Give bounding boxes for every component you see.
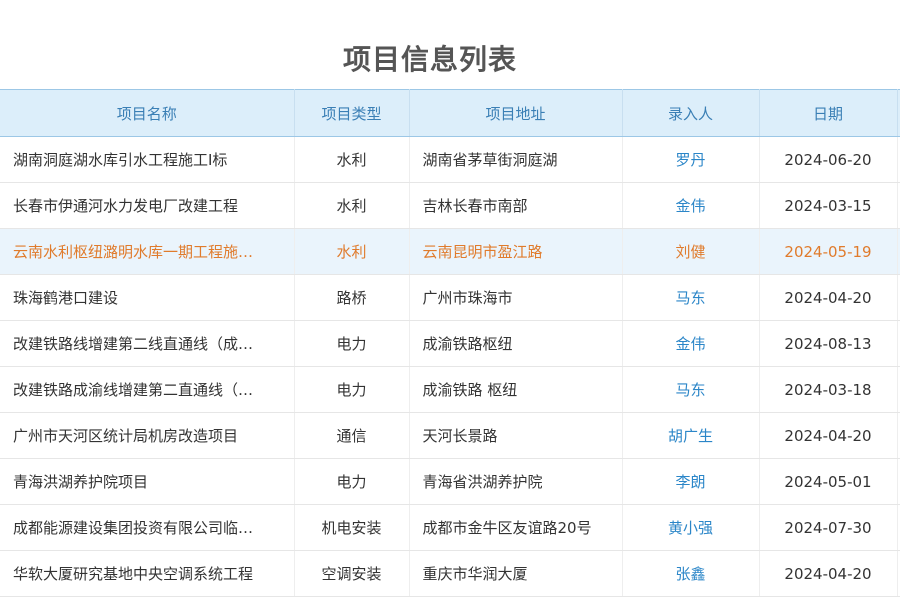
table-row[interactable]: 湖南洞庭湖水库引水工程施工I标 水利 湖南省茅草街洞庭湖 罗丹 2024-06-… [0,136,900,183]
table-row[interactable]: 广州市天河区统计局机房改造项目 通信 天河长景路 胡广生 2024-04-20 [0,412,900,459]
cell-person-link[interactable]: 罗丹 [622,136,760,183]
cell-project-address: 广州市珠海市 [409,274,623,321]
cell-project-name[interactable]: 广州市天河区统计局机房改造项目 [0,412,295,459]
table-row[interactable]: 改建铁路成渝线增建第二直通线（… 电力 成渝铁路 枢纽 马东 2024-03-1… [0,366,900,413]
table-body: 湖南洞庭湖水库引水工程施工I标 水利 湖南省茅草街洞庭湖 罗丹 2024-06-… [0,136,900,597]
cell-project-type: 电力 [294,366,410,413]
table-row[interactable]: 改建铁路线增建第二线直通线（成… 电力 成渝铁路枢纽 金伟 2024-08-13 [0,320,900,367]
cell-person-link[interactable]: 张鑫 [622,550,760,597]
cell-project-type: 机电安装 [294,504,410,551]
cell-project-name[interactable]: 湖南洞庭湖水库引水工程施工I标 [0,136,295,183]
cell-date: 2024-08-13 [759,320,898,367]
cell-project-name[interactable]: 珠海鹤港口建设 [0,274,295,321]
cell-project-address: 湖南省茅草街洞庭湖 [409,136,623,183]
cell-project-type: 电力 [294,320,410,367]
cell-person-link[interactable]: 李朗 [622,458,760,505]
cell-project-address: 天河长景路 [409,412,623,459]
cell-project-name[interactable]: 改建铁路线增建第二线直通线（成… [0,320,295,367]
page-title: 项目信息列表 [342,43,517,76]
cell-project-type: 空调安装 [294,550,410,597]
cell-project-name[interactable]: 青海洪湖养护院项目 [0,458,295,505]
cell-project-type: 水利 [294,182,410,229]
cell-project-name[interactable]: 长春市伊通河水力发电厂改建工程 [0,182,295,229]
table-row[interactable]: 珠海鹤港口建设 路桥 广州市珠海市 马东 2024-04-20 [0,274,900,321]
cell-date: 2024-04-20 [759,274,898,321]
project-table: 项目名称 项目类型 项目地址 录入人 日期 湖南洞庭湖水库引水工程施工I标 水利… [0,89,900,597]
cell-project-type: 水利 [294,228,410,275]
cell-date: 2024-05-01 [759,458,898,505]
table-row[interactable]: 青海洪湖养护院项目 电力 青海省洪湖养护院 李朗 2024-05-01 [0,458,900,505]
table-header-row: 项目名称 项目类型 项目地址 录入人 日期 [0,89,900,137]
table-row[interactable]: 成都能源建设集团投资有限公司临… 机电安装 成都市金牛区友谊路20号 黄小强 2… [0,504,900,551]
column-header-person[interactable]: 录入人 [622,89,760,137]
cell-project-name[interactable]: 成都能源建设集团投资有限公司临… [0,504,295,551]
column-header-name[interactable]: 项目名称 [0,89,295,137]
column-header-address[interactable]: 项目地址 [409,89,623,137]
cell-person-link[interactable]: 胡广生 [622,412,760,459]
cell-project-address: 吉林长春市南部 [409,182,623,229]
cell-date: 2024-03-15 [759,182,898,229]
table-row-highlighted[interactable]: 云南水利枢纽潞明水库一期工程施… 水利 云南昆明市盈江路 刘健 2024-05-… [0,228,900,275]
cell-project-address: 成渝铁路枢纽 [409,320,623,367]
cell-project-name[interactable]: 云南水利枢纽潞明水库一期工程施… [0,228,295,275]
column-header-type[interactable]: 项目类型 [294,89,410,137]
cell-project-address: 云南昆明市盈江路 [409,228,623,275]
cell-person-link[interactable]: 金伟 [622,320,760,367]
cell-date: 2024-03-18 [759,366,898,413]
cell-date: 2024-04-20 [759,412,898,459]
cell-date: 2024-07-30 [759,504,898,551]
cell-date: 2024-05-19 [759,228,898,275]
cell-project-address: 青海省洪湖养护院 [409,458,623,505]
cell-project-name[interactable]: 华软大厦研究基地中央空调系统工程 [0,550,295,597]
cell-project-address: 重庆市华润大厦 [409,550,623,597]
cell-person-link[interactable]: 金伟 [622,182,760,229]
cell-project-type: 通信 [294,412,410,459]
cell-project-type: 路桥 [294,274,410,321]
cell-project-type: 电力 [294,458,410,505]
cell-project-type: 水利 [294,136,410,183]
cell-project-name[interactable]: 改建铁路成渝线增建第二直通线（… [0,366,295,413]
table-row[interactable]: 华软大厦研究基地中央空调系统工程 空调安装 重庆市华润大厦 张鑫 2024-04… [0,550,900,597]
cell-date: 2024-06-20 [759,136,898,183]
column-header-date[interactable]: 日期 [759,89,898,137]
cell-person-link[interactable]: 刘健 [622,228,760,275]
table-row[interactable]: 长春市伊通河水力发电厂改建工程 水利 吉林长春市南部 金伟 2024-03-15 [0,182,900,229]
cell-person-link[interactable]: 马东 [622,366,760,413]
cell-person-link[interactable]: 马东 [622,274,760,321]
cell-person-link[interactable]: 黄小强 [622,504,760,551]
cell-date: 2024-04-20 [759,550,898,597]
cell-project-address: 成都市金牛区友谊路20号 [409,504,623,551]
cell-project-address: 成渝铁路 枢纽 [409,366,623,413]
